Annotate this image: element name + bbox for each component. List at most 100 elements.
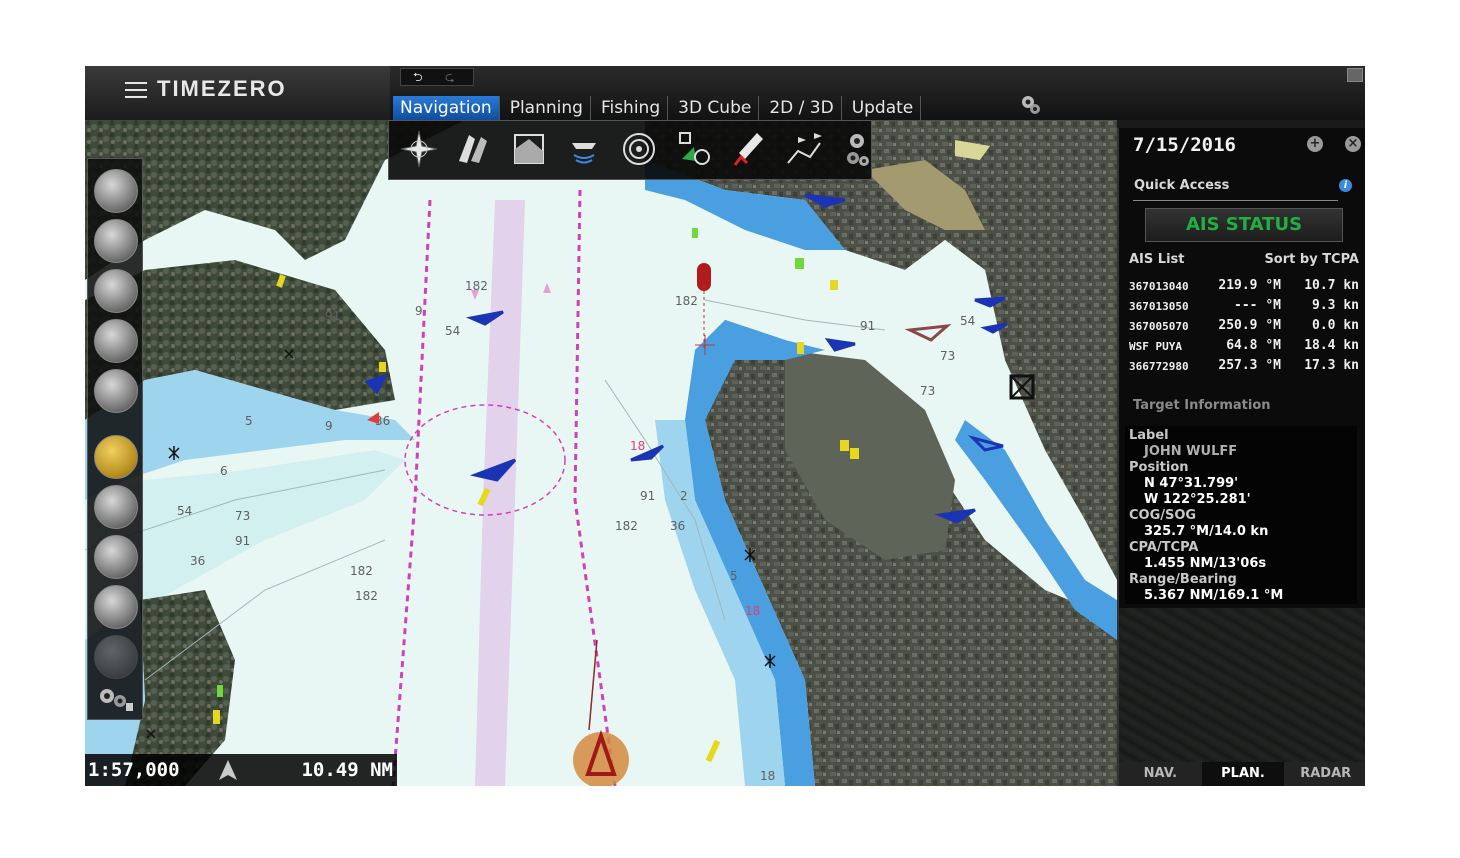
quick-access-title: Quick Access xyxy=(1134,178,1230,193)
mob-marker-icon[interactable] xyxy=(729,129,769,169)
redo-icon[interactable]: ⮎ xyxy=(445,68,455,89)
depth-label: 5 xyxy=(235,354,243,368)
target-range-bearing: 5.367 NM/169.1 °M xyxy=(1144,588,1284,603)
ais-target-icon[interactable] xyxy=(674,129,714,169)
route-flags-icon[interactable] xyxy=(784,129,824,169)
radar-target-icon[interactable] xyxy=(619,129,659,169)
yellow-buoy-icon[interactable] xyxy=(850,448,859,459)
boat-follow-icon[interactable] xyxy=(94,219,138,263)
tab-fishing[interactable]: Fishing xyxy=(594,96,669,120)
target-cpa-title: CPA/TCPA xyxy=(1129,540,1199,555)
rotate-view-icon[interactable] xyxy=(94,585,138,629)
chart-overlay-icon[interactable] xyxy=(509,129,549,169)
depth-label: 18 xyxy=(630,439,645,453)
target-information-title: Target Information xyxy=(1133,398,1271,413)
depth-label: 5 xyxy=(245,414,253,428)
ais-speed: 9.3 kn xyxy=(1312,298,1359,313)
ais-list-row[interactable]: WSF PUYA 64.8 °M 18.4 kn xyxy=(1129,338,1359,358)
nautical-chart[interactable]: 182 182 182 182 182 91 91 91 91 73 73 73… xyxy=(85,120,1117,786)
target-cogsog-title: COG/SOG xyxy=(1129,508,1197,523)
ais-speed: 18.4 kn xyxy=(1304,338,1359,353)
ais-list-row[interactable]: 367013040 219.9 °M 10.7 kn xyxy=(1129,278,1359,298)
chart-layers-icon[interactable] xyxy=(453,129,493,169)
depth-label: 9 xyxy=(325,419,333,433)
left-toolbar xyxy=(87,158,143,720)
tab-plan[interactable]: PLAN. xyxy=(1201,762,1285,786)
green-buoy-icon[interactable] xyxy=(692,228,698,238)
depth-label: 54 xyxy=(177,504,192,518)
tab-2d-3d[interactable]: 2D / 3D xyxy=(762,96,842,120)
compass-rose-icon[interactable] xyxy=(399,129,439,169)
toolbar-settings-icon[interactable] xyxy=(844,131,870,171)
ais-speed: 17.3 kn xyxy=(1304,358,1359,373)
undo-icon[interactable]: ⮌ xyxy=(413,68,423,89)
yellow-buoy-icon[interactable] xyxy=(830,280,838,290)
depth-label: 18 xyxy=(760,769,775,783)
yellow-buoy-icon[interactable] xyxy=(797,342,804,354)
ais-list-row[interactable]: 367013050 --- °M 9.3 kn xyxy=(1129,298,1359,318)
depth-label: 182 xyxy=(615,519,638,533)
gear-lock-icon[interactable] xyxy=(98,687,134,713)
pan-hand-icon[interactable] xyxy=(94,435,138,479)
depth-label: 73 xyxy=(940,349,955,363)
chart-view[interactable]: 182 182 182 182 182 91 91 91 91 73 73 73… xyxy=(85,120,1117,786)
sonar-boat-icon[interactable] xyxy=(564,129,604,169)
yellow-buoy-icon[interactable] xyxy=(379,362,386,372)
zoom-in-icon[interactable] xyxy=(94,319,138,363)
boat-center-icon[interactable] xyxy=(94,169,138,213)
target-cogsog: 325.7 °M/14.0 kn xyxy=(1144,524,1269,539)
tab-planning[interactable]: Planning xyxy=(503,96,591,120)
depth-label: 36 xyxy=(190,554,205,568)
window-minimize-button[interactable] xyxy=(1347,68,1363,82)
ais-list[interactable]: 367013040 219.9 °M 10.7 kn 367013050 ---… xyxy=(1129,278,1359,386)
depth-label: 6 xyxy=(220,464,228,478)
target-position-title: Position xyxy=(1129,460,1189,475)
chart-scale: 1:57,000 xyxy=(88,759,180,781)
app-brand-bar: TIMEZERO xyxy=(85,66,390,120)
ais-list-row[interactable]: 366772980 257.3 °M 17.3 kn xyxy=(1129,358,1359,378)
nav-toolbar xyxy=(388,120,872,180)
depth-label: 9 xyxy=(415,304,423,318)
green-buoy-icon[interactable] xyxy=(217,685,223,697)
zoom-out-icon[interactable] xyxy=(94,369,138,413)
undo-redo-group: ⮌ ⮎ xyxy=(400,68,474,86)
ais-list-row[interactable]: 367005070 250.9 °M 0.0 kn xyxy=(1129,318,1359,338)
depth-label: 54 xyxy=(445,324,460,338)
yellow-buoy-icon[interactable] xyxy=(840,440,849,451)
tab-navigation[interactable]: Navigation xyxy=(393,96,500,120)
green-buoy-icon[interactable] xyxy=(795,258,804,269)
info-icon[interactable]: i xyxy=(1339,179,1352,192)
north-arrow-icon[interactable] xyxy=(219,760,237,780)
tab-nav[interactable]: NAV. xyxy=(1119,762,1202,786)
depth-label: 91 xyxy=(235,534,250,548)
target-label-value: JOHN WULFF xyxy=(1144,444,1238,459)
depth-label: 73 xyxy=(920,384,935,398)
close-icon[interactable]: × xyxy=(1345,136,1361,152)
ais-id: 367005070 xyxy=(1129,320,1189,333)
radar-overlay-icon[interactable] xyxy=(94,635,138,679)
depth-label: 5 xyxy=(730,569,738,583)
tab-update[interactable]: Update xyxy=(845,96,922,120)
main-tabs: Navigation Planning Fishing 3D Cube 2D /… xyxy=(390,96,922,120)
add-icon[interactable]: + xyxy=(1307,136,1323,152)
boat-offset-icon[interactable] xyxy=(94,269,138,313)
depth-label: 182 xyxy=(350,564,373,578)
depth-label: 182 xyxy=(675,294,698,308)
depth-label: 91 xyxy=(325,309,340,323)
divider-measure-icon[interactable] xyxy=(94,485,138,529)
ais-bearing: --- °M xyxy=(1234,298,1281,313)
tab-radar[interactable]: RADAR xyxy=(1284,762,1365,786)
depth-label: 73 xyxy=(235,509,250,523)
target-longitude: W 122°25.281' xyxy=(1144,492,1251,507)
gear-icon[interactable] xyxy=(1020,94,1042,116)
top-menu-bar: ⮌ ⮎ Navigation Planning Fishing 3D Cube … xyxy=(390,66,1365,120)
boat-route-icon[interactable] xyxy=(94,535,138,579)
depth-label: 91 xyxy=(860,319,875,333)
chart-range: 10.49 NM xyxy=(301,759,393,781)
yellow-buoy-icon[interactable] xyxy=(213,710,220,724)
hamburger-menu-icon[interactable] xyxy=(125,82,147,100)
tab-3d-cube[interactable]: 3D Cube xyxy=(671,96,760,120)
depth-label: 1 xyxy=(225,659,233,673)
ais-status-button[interactable]: AIS STATUS xyxy=(1145,208,1343,242)
sort-by-tcpa-button[interactable]: Sort by TCPA xyxy=(1264,252,1359,267)
